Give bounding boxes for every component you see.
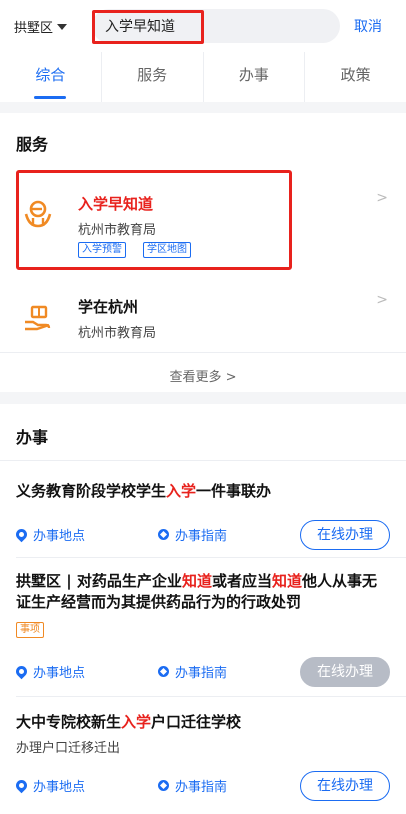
compass-icon xyxy=(158,780,169,791)
affair-title-1[interactable]: 义务教育阶段学校学生入学一件事联办 xyxy=(16,481,391,502)
divider xyxy=(16,696,406,697)
service-org-entry: 杭州市教育局 xyxy=(78,223,157,238)
tag-school-district-map[interactable]: 学区地图 xyxy=(143,242,191,258)
guide-link[interactable]: 办事指南 xyxy=(158,776,227,795)
location-pin-icon xyxy=(13,777,30,794)
caret-down-icon xyxy=(57,23,68,30)
affair-title-3[interactable]: 大中专院校新生入学户口迁往学校 xyxy=(16,712,391,733)
location-pin-icon xyxy=(13,526,30,543)
tab-comprehensive[interactable]: 综合 xyxy=(0,52,102,102)
services-section-title: 服务 xyxy=(16,135,49,154)
location-link[interactable]: 办事地点 xyxy=(13,525,85,544)
chevron-right-icon: > xyxy=(376,190,388,206)
location-link[interactable]: 办事地点 xyxy=(13,776,85,795)
service-title-study: 学在杭州 xyxy=(78,298,139,316)
compass-icon xyxy=(158,666,169,677)
tab-services[interactable]: 服务 xyxy=(102,52,204,102)
affair-subtitle-3: 办理户口迁移迁出 xyxy=(16,741,121,756)
service-org-study: 杭州市教育局 xyxy=(78,326,157,341)
district-selector[interactable]: 拱墅区 xyxy=(14,17,68,36)
cancel-button[interactable]: 取消 xyxy=(354,16,382,36)
tab-policies[interactable]: 政策 xyxy=(305,52,406,102)
search-input[interactable]: 入学早知道 xyxy=(92,10,204,44)
guide-link[interactable]: 办事指南 xyxy=(158,662,227,681)
divider xyxy=(16,557,406,558)
school-entry-icon xyxy=(24,200,52,228)
affair-actions-3: 办事地点 办事指南 在线办理 xyxy=(13,771,390,801)
service-title-entry: 入学早知道 xyxy=(78,195,154,213)
tab-bar: 综合 服务 办事 政策 xyxy=(0,52,406,102)
item-badge: 事项 xyxy=(16,622,44,638)
tab-affairs[interactable]: 办事 xyxy=(204,52,306,102)
affair-actions-1: 办事地点 办事指南 在线办理 xyxy=(13,520,390,550)
guide-link[interactable]: 办事指南 xyxy=(158,525,227,544)
location-link[interactable]: 办事地点 xyxy=(13,662,85,681)
top-bar: 拱墅区 入学早知道 取消 xyxy=(0,0,406,52)
divider xyxy=(0,460,406,461)
tag-entry-warning[interactable]: 入学预警 xyxy=(78,242,126,258)
book-hand-icon xyxy=(25,305,51,331)
divider xyxy=(0,352,406,353)
affairs-section-title: 办事 xyxy=(16,428,49,447)
affair-title-2[interactable]: 拱墅区 | 对药品生产企业知道或者应当知道他人从事无证生产经营而为其提供药品行为… xyxy=(16,571,391,613)
district-label: 拱墅区 xyxy=(14,21,54,36)
affair-actions-2: 办事地点 办事指南 在线办理 xyxy=(13,657,390,687)
online-handle-button-disabled[interactable]: 在线办理 xyxy=(300,657,390,687)
compass-icon xyxy=(158,529,169,540)
view-more-link[interactable]: 查看更多 > xyxy=(0,366,406,385)
location-pin-icon xyxy=(13,663,30,680)
chevron-right-icon: > xyxy=(376,292,388,308)
online-handle-button[interactable]: 在线办理 xyxy=(300,520,390,550)
service-card-study[interactable] xyxy=(0,290,406,350)
online-handle-button[interactable]: 在线办理 xyxy=(300,771,390,801)
